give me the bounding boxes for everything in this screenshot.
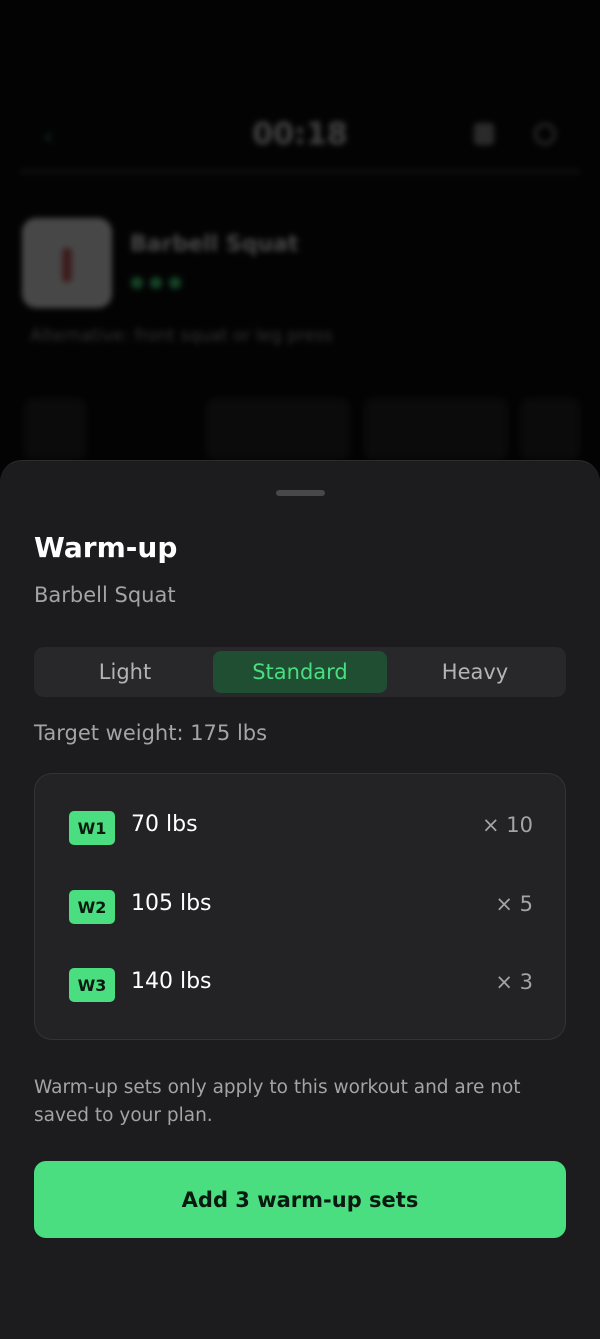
intensity-heavy-option[interactable]: Heavy [388,651,562,693]
add-warmup-sets-button[interactable]: Add 3 warm-up sets [34,1161,566,1238]
set-reps: × 3 [495,970,533,994]
warmup-set-row: W3 140 lbs × 3 [35,967,567,1007]
intensity-standard-option[interactable]: Standard [213,651,387,693]
warmup-set-row: W2 105 lbs × 5 [35,889,567,929]
warmup-sheet: Warm-up Barbell Squat Light Standard Hea… [0,460,600,1339]
intensity-segmented-control: Light Standard Heavy [34,647,566,697]
set-reps: × 5 [495,892,533,916]
set-weight: 70 lbs [131,812,198,837]
warmup-set-row: W1 70 lbs × 10 [35,810,567,850]
set-weight: 105 lbs [131,891,212,916]
exercise-name: Barbell Squat [34,583,176,607]
sheet-title: Warm-up [34,531,178,564]
set-weight: 140 lbs [131,969,212,994]
warmup-sets-list: W1 70 lbs × 10 W2 105 lbs × 5 W3 140 lbs… [34,773,566,1040]
set-badge: W3 [69,968,115,1002]
warmup-note: Warm-up sets only apply to this workout … [34,1077,521,1126]
intensity-light-option[interactable]: Light [38,651,212,693]
target-weight: Target weight: 175 lbs [34,721,268,745]
set-badge: W1 [69,811,115,845]
set-badge: W2 [69,890,115,924]
sheet-grabber[interactable] [276,490,325,496]
set-reps: × 10 [482,813,533,837]
